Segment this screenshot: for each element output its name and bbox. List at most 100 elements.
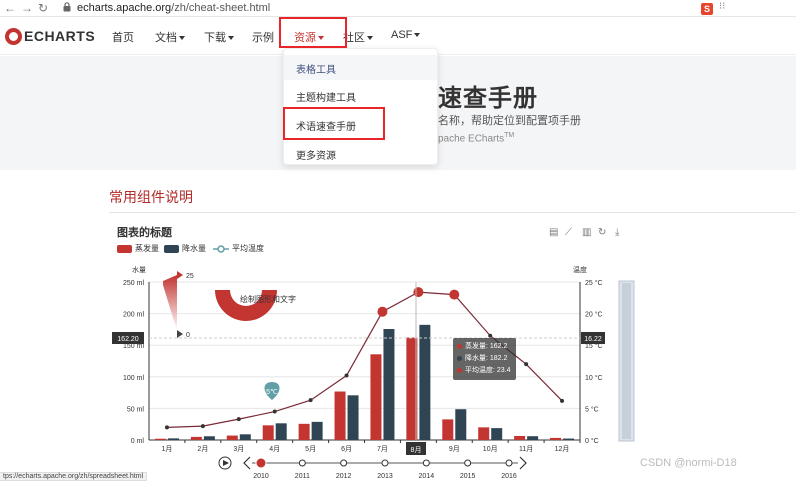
visual-map-handle-top[interactable] <box>177 271 183 279</box>
y-right-tick-label: 20 °C <box>585 311 603 319</box>
bar-precipitation[interactable] <box>275 423 287 440</box>
axis-pointer-label: 8月 <box>411 446 422 454</box>
timeline-year-label: 2012 <box>336 473 352 480</box>
temperature-point[interactable] <box>524 362 529 367</box>
tooltip-text: 蒸发量: 162.2 <box>465 343 508 350</box>
temperature-point[interactable] <box>449 289 460 300</box>
timeline-year-label: 2013 <box>377 473 393 480</box>
timeline-year-label: 2010 <box>253 473 269 480</box>
y-right-tick-label: 25 °C <box>585 279 603 287</box>
x-tick-label: 10月 <box>483 445 498 453</box>
status-bar-url: tps://echarts.apache.org/zh/spreadsheet.… <box>0 472 148 481</box>
bar-precipitation[interactable] <box>311 421 323 440</box>
bar-evaporation[interactable] <box>370 354 382 440</box>
bar-precipitation[interactable] <box>563 438 575 440</box>
bar-evaporation[interactable] <box>478 427 490 440</box>
y-left-tick-label: 250 ml <box>123 280 144 287</box>
bar-precipitation[interactable] <box>383 329 395 440</box>
chart-tooltip: 蒸发量: 162.2 降水量: 182.2 平均温度: 23.4 <box>453 338 516 380</box>
visual-map-bar <box>163 275 177 331</box>
graphic-text: 绘制图形和文字 <box>240 294 296 304</box>
bar-precipitation[interactable] <box>167 438 179 440</box>
mark-point[interactable]: 5℃ <box>264 382 280 400</box>
temperature-point[interactable] <box>560 398 565 403</box>
y-left-tick-label: 0 ml <box>131 438 145 445</box>
bar-precipitation[interactable] <box>491 428 503 440</box>
y-left-tick-label: 100 ml <box>123 375 144 382</box>
bar-precipitation[interactable] <box>455 409 467 440</box>
tooltip-text: 降水量: 182.2 <box>465 355 508 362</box>
mark-point-label: 5℃ <box>266 389 278 396</box>
x-tick-label: 6月 <box>341 445 352 453</box>
temperature-point[interactable] <box>308 398 313 403</box>
tooltip-row: 平均温度: 23.4 <box>457 365 512 377</box>
y-right-axis-name: 温度 <box>573 265 587 274</box>
timeline-node[interactable] <box>340 459 348 467</box>
visual-map-handle-bottom[interactable] <box>177 330 183 338</box>
bar-evaporation[interactable] <box>334 391 346 440</box>
bar-precipitation[interactable] <box>203 436 215 440</box>
y-right-tick-label: 10 °C <box>585 374 603 382</box>
tooltip-dot <box>457 367 462 373</box>
y-right-tick-label: 0 °C <box>585 437 599 445</box>
x-tick-label: 3月 <box>233 445 244 453</box>
chart-canvas: 0 ml 0 °C50 ml 5 °C100 ml 10 °C150 ml 15 °C2… <box>112 265 635 480</box>
bar-evaporation[interactable] <box>550 437 562 440</box>
timeline-node[interactable] <box>505 459 513 467</box>
timeline-node[interactable] <box>422 459 430 467</box>
bar-evaporation[interactable] <box>154 438 166 440</box>
timeline-year-label: 2016 <box>501 473 517 480</box>
bar-evaporation[interactable] <box>262 425 274 440</box>
timeline-current-node[interactable] <box>255 457 267 469</box>
bar-precipitation[interactable] <box>347 395 359 440</box>
timeline: 2010 2011 2012 2013 2014 2015 2016 <box>252 457 518 480</box>
tooltip-dot <box>457 355 462 361</box>
tooltip-dot <box>457 343 462 349</box>
mark-line-right-label: 16.22 <box>584 336 602 343</box>
temperature-point[interactable] <box>236 417 241 422</box>
bar-precipitation[interactable] <box>239 434 251 440</box>
x-tick-label: 1月 <box>162 445 173 453</box>
timeline-node[interactable] <box>464 459 472 467</box>
tooltip-row: 降水量: 182.2 <box>457 353 512 365</box>
timeline-prev-icon[interactable] <box>243 456 251 470</box>
temperature-point[interactable] <box>200 424 205 429</box>
y-left-tick-label: 150 ml <box>123 343 144 350</box>
x-tick-label: 5月 <box>305 445 316 453</box>
y-left-axis-name: 水量 <box>132 265 146 274</box>
bar-evaporation[interactable] <box>298 423 310 440</box>
bar-evaporation[interactable] <box>226 435 238 440</box>
x-tick-label: 12月 <box>555 445 570 453</box>
bar-precipitation[interactable] <box>419 324 431 440</box>
temperature-point[interactable] <box>164 425 169 430</box>
timeline-node[interactable] <box>381 459 389 467</box>
temperature-point[interactable] <box>272 409 277 414</box>
bar-evaporation[interactable] <box>190 436 202 440</box>
x-tick-label: 7月 <box>377 445 388 453</box>
data-zoom-filler[interactable] <box>622 283 631 439</box>
timeline-next-icon[interactable] <box>519 456 527 470</box>
bar-evaporation[interactable] <box>514 435 526 440</box>
timeline-year-label: 2011 <box>295 473 310 480</box>
bar-precipitation[interactable] <box>527 436 539 440</box>
visual-map[interactable]: 25 0 <box>163 271 194 339</box>
temperature-point[interactable] <box>344 373 349 378</box>
bar-evaporation[interactable] <box>442 419 454 440</box>
watermark: CSDN @normi-D18 <box>640 457 737 469</box>
visual-map-max: 25 <box>186 273 194 280</box>
x-tick-label: 4月 <box>269 445 280 453</box>
tooltip-text: 平均温度: 23.4 <box>465 367 511 374</box>
play-icon <box>223 460 229 466</box>
temperature-point[interactable] <box>377 306 388 317</box>
temperature-point[interactable] <box>413 287 424 298</box>
tooltip-row: 蒸发量: 162.2 <box>457 341 512 353</box>
mark-line-left-label: 162.20 <box>117 336 139 343</box>
x-tick-label: 2月 <box>197 445 208 453</box>
x-tick-label: 9月 <box>449 445 460 453</box>
y-right-tick-label: 5 °C <box>585 405 599 413</box>
y-left-tick-label: 50 ml <box>127 406 145 413</box>
timeline-year-label: 2014 <box>419 473 435 480</box>
timeline-year-label: 2015 <box>460 473 476 480</box>
timeline-node[interactable] <box>298 459 306 467</box>
x-tick-label: 11月 <box>519 445 533 453</box>
